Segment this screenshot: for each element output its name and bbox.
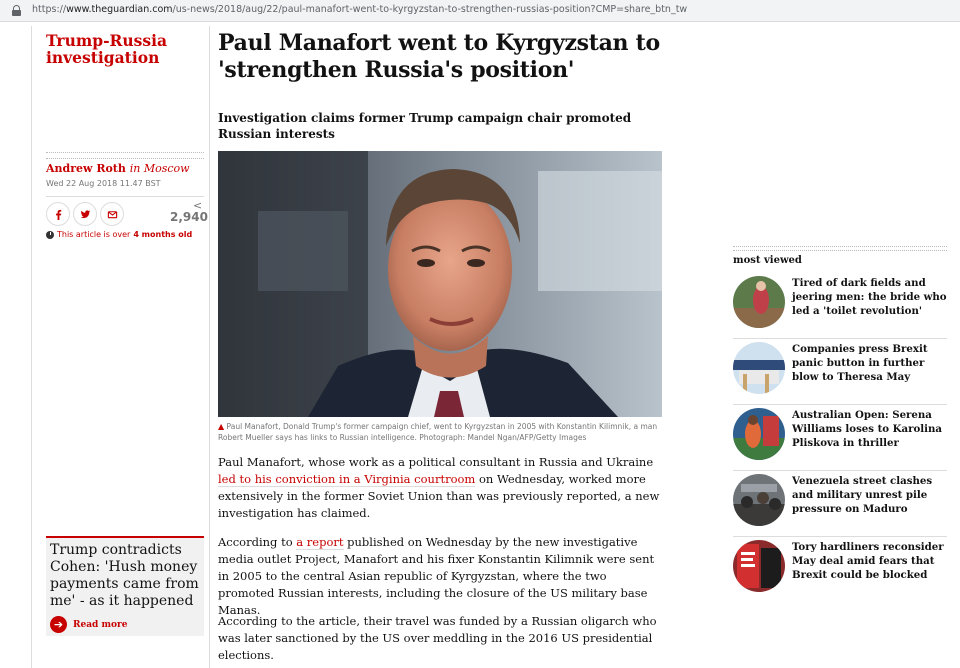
- most-viewed-item[interactable]: Companies press Brexit panic button in f…: [733, 338, 948, 402]
- byline-divider: [46, 152, 204, 159]
- article-paragraph: According to a report published on Wedne…: [218, 534, 662, 619]
- caption-text: Paul Manafort, Donald Trump's former cam…: [218, 422, 658, 442]
- twitter-icon: [80, 209, 90, 218]
- caption-marker-icon: ▲: [218, 422, 225, 431]
- clock-icon: [46, 230, 54, 239]
- share-facebook-button[interactable]: [46, 202, 70, 226]
- share-divider: [46, 196, 204, 197]
- most-viewed-item[interactable]: Tory hardliners reconsider May deal amid…: [733, 536, 948, 600]
- author-name[interactable]: Andrew Roth: [46, 162, 126, 175]
- paragraph-text: Paul Manafort, whose work as a political…: [218, 455, 654, 469]
- most-viewed-title[interactable]: Companies press Brexit panic button in f…: [792, 342, 948, 384]
- hero-image: [218, 151, 662, 417]
- most-viewed-title[interactable]: Tory hardliners reconsider May deal amid…: [792, 540, 948, 582]
- url-path: /us-news/2018/aug/22/paul-manafort-went-…: [172, 4, 688, 15]
- article-paragraph: According to the article, their travel w…: [218, 614, 657, 662]
- url-text[interactable]: https://www.theguardian.com/us-news/2018…: [32, 4, 687, 15]
- arrow-right-icon: ➔: [50, 616, 67, 633]
- read-more-label: Read more: [73, 619, 128, 630]
- hero-caption: ▲ Paul Manafort, Donald Trump's former c…: [218, 422, 662, 443]
- most-viewed-title[interactable]: Australian Open: Serena Williams loses t…: [792, 408, 948, 450]
- article-paragraph: Paul Manafort, whose work as a political…: [218, 454, 662, 522]
- article-age-warning: This article is over 4 months old: [46, 230, 192, 239]
- email-icon: [107, 210, 117, 218]
- url-scheme: https://: [32, 4, 67, 15]
- lock-icon: [12, 5, 21, 16]
- column-divider: [209, 26, 210, 668]
- share-email-button[interactable]: [100, 202, 124, 226]
- most-viewed-thumbnail[interactable]: [733, 276, 785, 328]
- most-viewed-divider: [733, 246, 947, 251]
- related-article-title[interactable]: Trump contradicts Cohen: 'Hush money pay…: [50, 542, 200, 610]
- conviction-link[interactable]: led to his conviction in a Virginia cour…: [218, 472, 476, 487]
- facebook-icon: [55, 209, 61, 220]
- author-location: in Moscow: [129, 162, 190, 175]
- article-standfirst: Investigation claims former Trump campai…: [218, 111, 632, 141]
- most-viewed-thumbnail[interactable]: [733, 408, 785, 460]
- most-viewed-heading: most viewed: [733, 255, 802, 266]
- share-count: 2,940: [170, 210, 208, 224]
- most-viewed-thumbnail[interactable]: [733, 474, 785, 526]
- most-viewed-title[interactable]: Tired of dark fields and jeering men: th…: [792, 276, 948, 318]
- paragraph-text: According to: [218, 535, 297, 549]
- browser-address-bar[interactable]: https://www.theguardian.com/us-news/2018…: [0, 0, 960, 22]
- share-twitter-button[interactable]: [73, 202, 97, 226]
- report-link[interactable]: a report: [296, 535, 344, 550]
- column-divider: [31, 26, 32, 668]
- publish-date: Wed 22 Aug 2018 11.47 BST: [46, 179, 161, 188]
- age-note-text: This article is over: [57, 230, 131, 239]
- url-host: www.theguardian.com: [66, 4, 173, 15]
- read-more-link[interactable]: ➔ Read more: [50, 616, 127, 633]
- section-label[interactable]: Trump-Russia investigation: [46, 32, 196, 66]
- most-viewed-title[interactable]: Venezuela street clashes and military un…: [792, 474, 948, 516]
- age-note-duration: 4 months old: [133, 230, 193, 239]
- most-viewed-item[interactable]: Venezuela street clashes and military un…: [733, 470, 948, 534]
- most-viewed-thumbnail[interactable]: [733, 342, 785, 394]
- related-article-card[interactable]: Trump contradicts Cohen: 'Hush money pay…: [46, 536, 204, 636]
- most-viewed-item[interactable]: Tired of dark fields and jeering men: th…: [733, 276, 947, 336]
- byline[interactable]: Andrew Roth in Moscow: [46, 162, 190, 175]
- most-viewed-thumbnail[interactable]: [733, 540, 785, 592]
- most-viewed-item[interactable]: Australian Open: Serena Williams loses t…: [733, 404, 948, 468]
- article-headline: Paul Manafort went to Kyrgyzstan to 'str…: [218, 30, 660, 83]
